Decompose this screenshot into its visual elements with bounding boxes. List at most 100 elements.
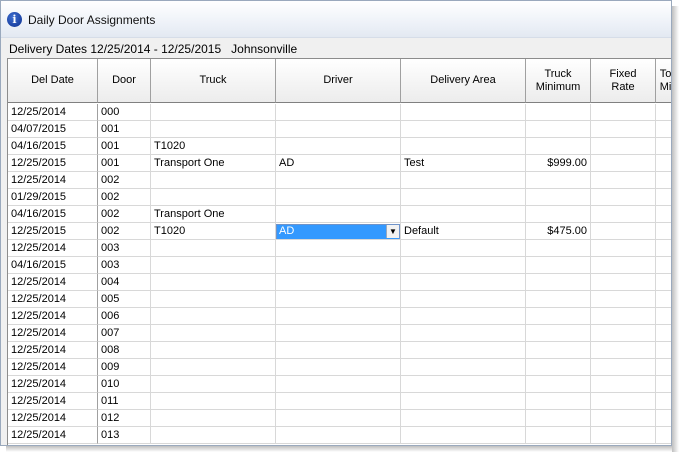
cell-truck[interactable] xyxy=(151,325,276,342)
cell-driver[interactable] xyxy=(276,121,401,138)
cell-del-date[interactable]: 04/07/2015 xyxy=(8,121,98,138)
cell-door[interactable]: 008 xyxy=(98,342,151,359)
cell-driver[interactable] xyxy=(276,138,401,155)
cell-delivery-area[interactable] xyxy=(401,427,526,444)
column-header-truck[interactable]: Truck xyxy=(151,59,276,103)
cell-truck-minimum[interactable] xyxy=(526,172,591,189)
cell-total-miles[interactable] xyxy=(656,325,671,342)
cell-del-date[interactable]: 12/25/2014 xyxy=(8,325,98,342)
cell-fixed-rate[interactable] xyxy=(591,155,656,172)
cell-truck-minimum[interactable] xyxy=(526,240,591,257)
cell-driver[interactable] xyxy=(276,376,401,393)
cell-truck[interactable] xyxy=(151,257,276,274)
cell-delivery-area[interactable] xyxy=(401,138,526,155)
table-row[interactable]: 12/25/2015 002 T1020 AD ▼ Default $475.00 xyxy=(8,223,671,240)
cell-del-date[interactable]: 12/25/2015 xyxy=(8,223,98,240)
cell-delivery-area[interactable] xyxy=(401,257,526,274)
cell-del-date[interactable]: 12/25/2014 xyxy=(8,427,98,444)
table-row[interactable]: 12/25/2014 003 xyxy=(8,240,671,257)
cell-truck-minimum[interactable] xyxy=(526,325,591,342)
table-row[interactable]: 12/25/2014 006 xyxy=(8,308,671,325)
table-row[interactable]: 04/16/2015 002 Transport One xyxy=(8,206,671,223)
cell-truck[interactable]: Transport One xyxy=(151,206,276,223)
cell-driver[interactable] xyxy=(276,308,401,325)
cell-del-date[interactable]: 12/25/2014 xyxy=(8,274,98,291)
cell-truck-minimum[interactable] xyxy=(526,359,591,376)
cell-door[interactable]: 002 xyxy=(98,189,151,206)
cell-delivery-area[interactable] xyxy=(401,376,526,393)
cell-truck-minimum[interactable] xyxy=(526,206,591,223)
cell-driver[interactable] xyxy=(276,172,401,189)
cell-driver[interactable] xyxy=(276,393,401,410)
cell-delivery-area[interactable] xyxy=(401,291,526,308)
cell-truck[interactable] xyxy=(151,359,276,376)
cell-door[interactable]: 003 xyxy=(98,240,151,257)
cell-truck[interactable]: T1020 xyxy=(151,138,276,155)
cell-truck[interactable] xyxy=(151,342,276,359)
cell-driver[interactable]: AD ▼ xyxy=(276,223,401,240)
cell-fixed-rate[interactable] xyxy=(591,427,656,444)
table-row[interactable]: 12/25/2014 013 xyxy=(8,427,671,444)
cell-truck-minimum[interactable] xyxy=(526,308,591,325)
cell-total-miles[interactable] xyxy=(656,104,671,121)
cell-delivery-area[interactable] xyxy=(401,206,526,223)
column-header-delivery-area[interactable]: Delivery Area xyxy=(401,59,526,103)
cell-fixed-rate[interactable] xyxy=(591,138,656,155)
table-row[interactable]: 12/25/2014 009 xyxy=(8,359,671,376)
cell-truck[interactable] xyxy=(151,274,276,291)
cell-del-date[interactable]: 12/25/2014 xyxy=(8,291,98,308)
cell-total-miles[interactable] xyxy=(656,359,671,376)
cell-driver[interactable] xyxy=(276,257,401,274)
cell-del-date[interactable]: 12/25/2014 xyxy=(8,410,98,427)
cell-fixed-rate[interactable] xyxy=(591,189,656,206)
cell-truck[interactable]: Transport One xyxy=(151,155,276,172)
cell-door[interactable]: 005 xyxy=(98,291,151,308)
cell-total-miles[interactable] xyxy=(656,240,671,257)
cell-door[interactable]: 002 xyxy=(98,223,151,240)
cell-truck-minimum[interactable] xyxy=(526,274,591,291)
cell-truck-minimum[interactable] xyxy=(526,189,591,206)
column-header-total-miles[interactable]: To Mi xyxy=(656,59,671,103)
cell-total-miles[interactable] xyxy=(656,393,671,410)
cell-total-miles[interactable] xyxy=(656,121,671,138)
cell-truck[interactable] xyxy=(151,104,276,121)
cell-del-date[interactable]: 12/25/2014 xyxy=(8,172,98,189)
column-header-fixed-rate[interactable]: Fixed Rate xyxy=(591,59,656,103)
cell-door[interactable]: 013 xyxy=(98,427,151,444)
cell-fixed-rate[interactable] xyxy=(591,257,656,274)
cell-truck-minimum[interactable] xyxy=(526,104,591,121)
cell-truck[interactable]: T1020 xyxy=(151,223,276,240)
cell-delivery-area[interactable] xyxy=(401,121,526,138)
cell-del-date[interactable]: 12/25/2014 xyxy=(8,308,98,325)
table-row[interactable]: 12/25/2014 012 xyxy=(8,410,671,427)
cell-truck-minimum[interactable] xyxy=(526,291,591,308)
cell-driver[interactable] xyxy=(276,189,401,206)
cell-del-date[interactable]: 12/25/2014 xyxy=(8,342,98,359)
cell-truck-minimum[interactable]: $475.00 xyxy=(526,223,591,240)
table-row[interactable]: 12/25/2015 001 Transport One AD Test $999.00 xyxy=(8,155,671,172)
table-row[interactable]: 12/25/2014 007 xyxy=(8,325,671,342)
cell-truck[interactable] xyxy=(151,189,276,206)
column-header-door[interactable]: Door xyxy=(98,59,151,103)
cell-del-date[interactable]: 04/16/2015 xyxy=(8,206,98,223)
cell-truck-minimum[interactable] xyxy=(526,121,591,138)
cell-door[interactable]: 011 xyxy=(98,393,151,410)
cell-total-miles[interactable] xyxy=(656,427,671,444)
cell-truck-minimum[interactable] xyxy=(526,376,591,393)
cell-delivery-area[interactable] xyxy=(401,393,526,410)
column-header-del-date[interactable]: Del Date xyxy=(8,59,98,103)
cell-fixed-rate[interactable] xyxy=(591,274,656,291)
cell-truck[interactable] xyxy=(151,121,276,138)
cell-delivery-area[interactable]: Default xyxy=(401,223,526,240)
table-row[interactable]: 12/25/2014 000 xyxy=(8,104,671,121)
cell-truck[interactable] xyxy=(151,393,276,410)
table-row[interactable]: 04/16/2015 003 xyxy=(8,257,671,274)
cell-truck[interactable] xyxy=(151,410,276,427)
cell-fixed-rate[interactable] xyxy=(591,308,656,325)
cell-driver[interactable] xyxy=(276,291,401,308)
table-row[interactable]: 12/25/2014 004 xyxy=(8,274,671,291)
cell-door[interactable]: 007 xyxy=(98,325,151,342)
cell-fixed-rate[interactable] xyxy=(591,206,656,223)
cell-driver[interactable]: AD xyxy=(276,155,401,172)
table-row[interactable]: 04/07/2015 001 xyxy=(8,121,671,138)
